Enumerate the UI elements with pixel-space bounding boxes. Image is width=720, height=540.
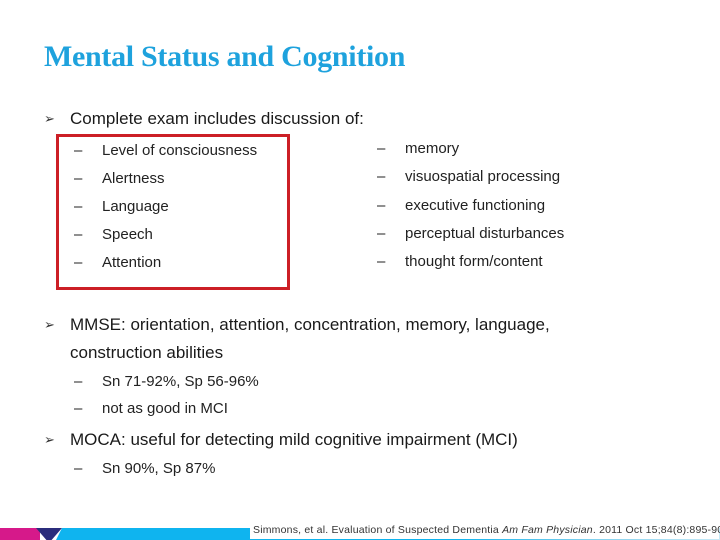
bullet-text: MMSE: orientation, attention, concentrat…: [70, 315, 550, 334]
citation: Simmons, et al. Evaluation of Suspected …: [250, 521, 720, 539]
bullet-text-continued: construction abilities: [70, 343, 224, 362]
dash-icon: –: [377, 225, 386, 242]
arrow-bullet-icon: ➢: [44, 111, 55, 126]
arrow-bullet-icon: ➢: [44, 432, 55, 447]
arrow-bullet-icon: ➢: [44, 317, 55, 332]
dash-icon: –: [74, 142, 83, 159]
dash-icon: –: [377, 140, 386, 157]
dash-icon: –: [377, 168, 386, 185]
bullet-text: MOCA: useful for detecting mild cognitiv…: [70, 430, 518, 449]
dash-icon: –: [377, 197, 386, 214]
dash-icon: –: [377, 253, 386, 270]
dash-icon: –: [74, 254, 83, 271]
dash-icon: –: [74, 400, 83, 417]
dash-icon: –: [74, 373, 83, 390]
dash-icon: –: [74, 226, 83, 243]
dash-icon: –: [74, 460, 83, 477]
footer-stripe-magenta: [0, 528, 40, 540]
slide-title: Mental Status and Cognition: [44, 40, 406, 73]
dash-icon: –: [74, 170, 83, 187]
dash-icon: –: [74, 198, 83, 215]
citation-journal: Am Fam Physician: [502, 524, 593, 536]
bullet-text: Complete exam includes discussion of:: [70, 109, 364, 128]
